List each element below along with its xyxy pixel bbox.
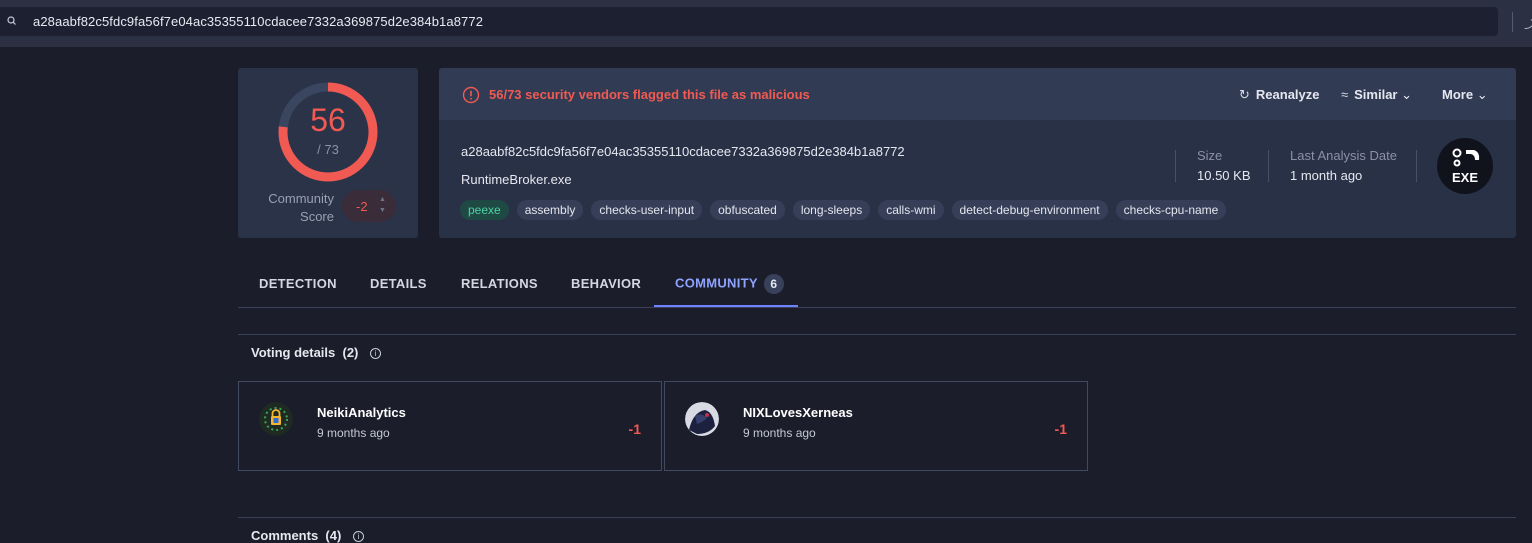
tag[interactable]: obfuscated [710,200,785,220]
divider [238,307,1516,308]
vote-up-icon[interactable]: ▲ [379,196,386,203]
last-analysis-label: Last Analysis Date [1290,148,1397,163]
detection-total: / 73 [317,142,339,157]
tag[interactable]: checks-cpu-name [1115,200,1227,220]
meta-divider [1175,150,1176,182]
last-analysis-value: 1 month ago [1290,168,1363,183]
size-label: Size [1197,148,1223,163]
tab-community-label: COMMUNITY [675,275,758,291]
comments-count: (4) [325,528,342,543]
voting-details-title: Voting details [251,345,336,360]
reanalyze-button[interactable]: ↻ Reanalyze [1239,87,1320,103]
community-score-pill[interactable]: -2 ▲ ▼ [342,190,396,222]
info-icon[interactable]: i [352,531,364,542]
tag[interactable]: assembly [516,200,584,220]
reanalyze-label: Reanalyze [1255,87,1320,102]
vote-time: 9 months ago [743,426,816,440]
vote-time: 9 months ago [317,426,390,440]
file-summary-card: 56/73 security vendors flagged this file… [439,68,1516,238]
toolbar-divider [1512,12,1513,32]
comments-heading: Comments (4) i [251,528,364,543]
community-score-value: -2 [356,199,368,214]
similar-icon: ≈ [1341,87,1349,102]
tag[interactable]: detect-debug-environment [951,200,1108,220]
divider [238,334,1516,335]
search-box[interactable]: a28aabf82c5fdc9fa56f7e04ac35355110cdacee… [0,7,1498,36]
top-bar: a28aabf82c5fdc9fa56f7e04ac35355110cdacee… [0,0,1532,47]
vote-card: NeikiAnalytics 9 months ago -1 [238,381,662,471]
vote-user-name[interactable]: NeikiAnalytics [317,405,406,420]
malicious-alert-text: 56/73 security vendors flagged this file… [489,87,810,102]
vote-card: NIXLovesXerneas 9 months ago -1 [664,381,1088,471]
tag-list: peexe assembly checks-user-input obfusca… [460,200,1227,220]
tab-behavior[interactable]: BEHAVIOR [571,276,641,291]
similar-label: Similar [1354,87,1398,102]
meta-divider [1268,150,1269,182]
tag[interactable]: long-sleeps [792,200,871,220]
tab-details[interactable]: DETAILS [370,276,427,291]
tag[interactable]: peexe [460,200,509,220]
voting-details-count: (2) [342,345,359,360]
info-icon[interactable]: i [370,348,382,359]
similar-button[interactable]: ≈ Similar ⌄ [1341,87,1412,103]
tab-detection[interactable]: DETECTION [259,276,337,291]
search-input[interactable]: a28aabf82c5fdc9fa56f7e04ac35355110cdacee… [33,14,483,29]
comments-title: Comments [251,528,319,543]
detection-score-card: 56 / 73 Community Score -2 ▲ ▼ [238,68,418,238]
file-type-badge: EXE [1437,138,1493,194]
chevron-down-icon: ⌄ [1476,87,1488,102]
community-score-label: Community Score [268,191,334,224]
alert-icon [462,86,480,104]
file-name: RuntimeBroker.exe [461,172,572,187]
file-type-label: EXE [1451,170,1478,185]
search-icon [7,16,16,25]
meta-divider [1416,150,1417,182]
tab-relations[interactable]: RELATIONS [461,276,538,291]
vote-user-name[interactable]: NIXLovesXerneas [743,405,853,420]
gear-icon [1452,148,1480,167]
vote-score: -1 [628,421,641,437]
voting-details-heading: Voting details (2) i [251,345,382,360]
tag[interactable]: checks-user-input [591,200,703,220]
refresh-icon: ↻ [1239,87,1250,102]
size-value: 10.50 KB [1197,168,1251,183]
alert-bar: 56/73 security vendors flagged this file… [439,68,1516,120]
divider [238,517,1516,518]
vote-down-icon[interactable]: ▼ [379,207,386,214]
tab-community-count: 6 [763,274,784,294]
avatar[interactable] [685,402,719,436]
tab-community[interactable]: COMMUNITY 6 [675,274,784,294]
file-hash[interactable]: a28aabf82c5fdc9fa56f7e04ac35355110cdacee… [461,144,905,159]
more-label: More [1442,87,1474,102]
vote-score: -1 [1054,421,1067,437]
tag[interactable]: calls-wmi [878,200,944,220]
upload-icon[interactable]: ⤴ [1524,13,1532,32]
avatar[interactable] [259,402,293,436]
detection-count: 56 [310,102,346,138]
more-button[interactable]: More ⌄ [1442,87,1488,103]
chevron-down-icon: ⌄ [1401,87,1413,102]
